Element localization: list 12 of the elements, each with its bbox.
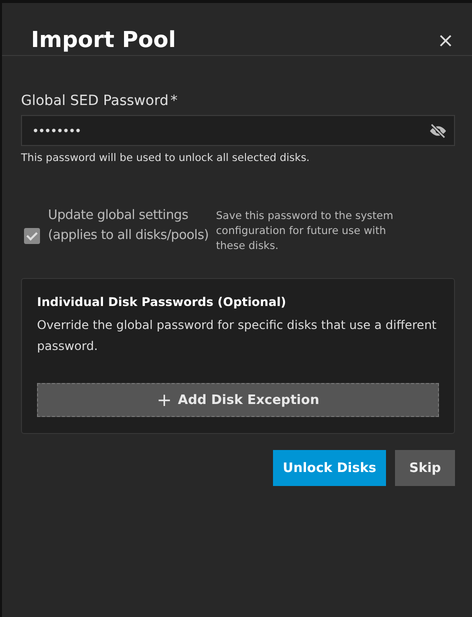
- field-hint: This password will be used to unlock all selected disks.: [21, 152, 311, 164]
- card-title: Individual Disk Passwords (Optional): [37, 295, 288, 309]
- field-label: Global SED Password: [21, 93, 168, 109]
- eye-icon[interactable]: [428, 122, 448, 138]
- add-disk-exception-button[interactable]: + Add Disk Exception: [37, 383, 439, 417]
- skip-button[interactable]: Skip: [395, 450, 455, 486]
- password-field[interactable]: ••••••••: [21, 115, 455, 146]
- required-mark: *: [170, 93, 178, 109]
- close-button[interactable]: ×: [433, 28, 458, 52]
- card-description: Override the global password for specific disks that use a different password.: [37, 317, 438, 355]
- dialog-title: Import Pool: [31, 28, 176, 52]
- checkbox-description: Save this password to the system configuration for future use with these disks.: [216, 209, 394, 254]
